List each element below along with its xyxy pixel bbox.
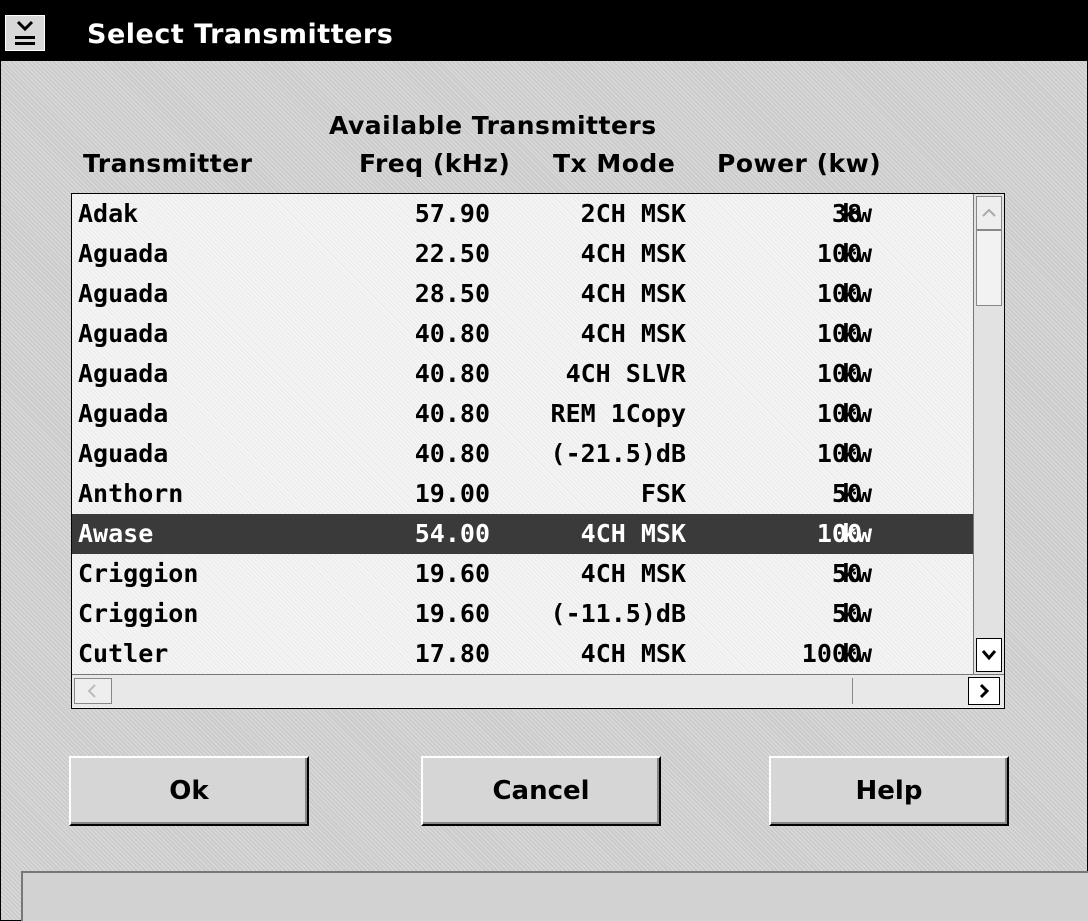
tx-mode-cell: 4CH SLVR (565, 359, 686, 388)
frequency-cell: 40.80 (414, 319, 490, 348)
tx-mode-cell: 4CH MSK (580, 559, 686, 588)
cancel-button[interactable]: Cancel (421, 756, 661, 826)
header-transmitter: Transmitter (83, 149, 253, 178)
frequency-cell: 22.50 (414, 239, 490, 268)
power-unit-cell: kw (842, 479, 873, 508)
frequency-cell: 17.80 (414, 639, 490, 668)
frequency-cell: 40.80 (414, 399, 490, 428)
tx-mode-cell: 4CH MSK (580, 319, 686, 348)
tx-mode-cell: REM 1Copy (550, 399, 686, 428)
scroll-left-button[interactable] (74, 678, 112, 704)
frequency-cell: 54.00 (414, 519, 490, 548)
transmitter-name-cell: Aguada (78, 279, 169, 308)
scroll-down-button[interactable] (976, 638, 1002, 672)
tx-mode-cell: FSK (640, 479, 686, 508)
transmitter-name-cell: Aguada (78, 399, 169, 428)
transmitter-name-cell: Aguada (78, 239, 169, 268)
transmitter-row[interactable]: Awase 54.00 4CH MSK 100 kw (72, 514, 1004, 554)
transmitter-row[interactable]: Aguada 40.80 4CH MSK 100 kw (72, 314, 1004, 354)
scroll-up-button[interactable] (976, 196, 1002, 230)
tx-mode-cell: (-21.5)dB (550, 439, 686, 468)
transmitter-name-cell: Aguada (78, 319, 169, 348)
frequency-cell: 28.50 (414, 279, 490, 308)
tx-mode-cell: (-11.5)dB (550, 599, 686, 628)
window-title: Select Transmitters (87, 19, 394, 50)
power-unit-cell: kw (842, 239, 873, 268)
menu-bar-line (15, 42, 35, 45)
transmitter-rows: Adak 57.90 2CH MSK 38 kw Aguada 22.50 4CH MSK 10… (72, 194, 1008, 674)
system-menu-icon[interactable] (5, 15, 45, 51)
transmitter-row[interactable]: Aguada 40.80 4CH SLVR 100 kw (72, 354, 1004, 394)
transmitter-name-cell: Awase (78, 519, 154, 548)
power-unit-cell: kw (842, 559, 873, 588)
transmitter-name-cell: Aguada (78, 439, 169, 468)
frequency-cell: 40.80 (414, 439, 490, 468)
transmitter-row[interactable]: Aguada 28.50 4CH MSK 100 kw (72, 274, 1004, 314)
arrow-left-icon (87, 684, 96, 698)
transmitter-name-cell: Criggion (78, 599, 199, 628)
header-power: Power (kw) (717, 149, 882, 178)
frequency-cell: 19.60 (414, 599, 490, 628)
transmitter-row[interactable]: Aguada 22.50 4CH MSK 100 kw (72, 234, 1004, 274)
frequency-cell: 19.00 (414, 479, 490, 508)
frequency-cell: 57.90 (414, 199, 490, 228)
frequency-cell: 40.80 (414, 359, 490, 388)
power-unit-cell: kw (842, 399, 873, 428)
ok-button[interactable]: Ok (69, 756, 309, 826)
transmitter-name-cell: Anthorn (78, 479, 184, 508)
scroll-right-button[interactable] (968, 677, 1000, 705)
list-group-title: Available Transmitters (329, 111, 657, 140)
vertical-scroll-thumb[interactable] (976, 230, 1002, 306)
power-unit-cell: kw (842, 519, 873, 548)
power-unit-cell: kw (842, 439, 873, 468)
transmitter-row[interactable]: Adak 57.90 2CH MSK 38 kw (72, 194, 1004, 234)
power-unit-cell: kw (842, 599, 873, 628)
power-unit-cell: kw (842, 279, 873, 308)
power-unit-cell: kw (842, 199, 873, 228)
help-button[interactable]: Help (769, 756, 1009, 826)
vertical-scrollbar[interactable] (973, 194, 1004, 674)
select-transmitters-dialog: Select Transmitters Available Transmitte… (0, 0, 1088, 921)
header-freq: Freq (kHz) (359, 149, 511, 178)
transmitter-row[interactable]: Aguada 40.80 REM 1Copy 100 kw (72, 394, 1004, 434)
transmitter-row[interactable]: Cutler 17.80 4CH MSK 1000 kw (72, 634, 1004, 674)
chevron-down-icon (16, 20, 34, 32)
tx-mode-cell: 4CH MSK (580, 239, 686, 268)
transmitter-row[interactable]: Aguada 40.80 (-21.5)dB 100 kw (72, 434, 1004, 474)
status-bar (21, 871, 1088, 921)
transmitter-row[interactable]: Criggion 19.60 (-11.5)dB 50 kw (72, 594, 1004, 634)
transmitter-name-cell: Criggion (78, 559, 199, 588)
tx-mode-cell: 4CH MSK (580, 519, 686, 548)
horizontal-scroll-thumb-edge (852, 678, 853, 704)
transmitter-name-cell: Aguada (78, 359, 169, 388)
power-unit-cell: kw (842, 359, 873, 388)
power-unit-cell: kw (842, 639, 873, 668)
title-bar[interactable]: Select Transmitters (1, 1, 1088, 61)
header-tx-mode: Tx Mode (553, 149, 676, 178)
chevron-right-icon (979, 683, 990, 699)
tx-mode-cell: 2CH MSK (580, 199, 686, 228)
power-unit-cell: kw (842, 319, 873, 348)
transmitter-name-cell: Cutler (78, 639, 169, 668)
tx-mode-cell: 4CH MSK (580, 279, 686, 308)
frequency-cell: 19.60 (414, 559, 490, 588)
arrow-up-icon (982, 208, 996, 217)
chevron-down-icon (981, 650, 997, 661)
horizontal-scrollbar[interactable] (72, 674, 1004, 707)
menu-bar-line (15, 36, 35, 39)
tx-mode-cell: 4CH MSK (580, 639, 686, 668)
transmitter-row[interactable]: Criggion 19.60 4CH MSK 50 kw (72, 554, 1004, 594)
transmitter-listbox[interactable]: Adak 57.90 2CH MSK 38 kw Aguada 22.50 4CH MSK 10… (71, 193, 1005, 709)
transmitter-row[interactable]: Anthorn 19.00 FSK 50 kw (72, 474, 1004, 514)
transmitter-name-cell: Adak (78, 199, 139, 228)
